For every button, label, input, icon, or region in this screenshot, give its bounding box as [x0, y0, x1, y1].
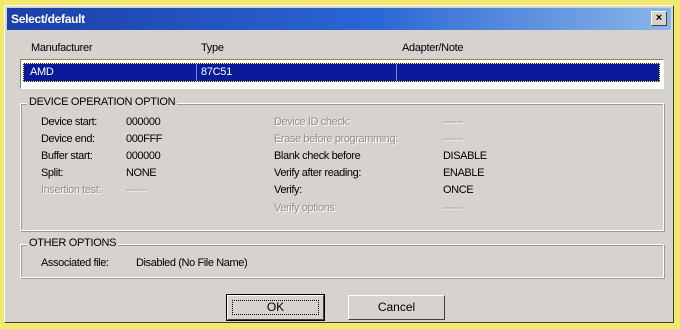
- blank-check-value[interactable]: DISABLE: [443, 150, 487, 162]
- column-header-manufacturer[interactable]: Manufacturer: [31, 42, 93, 54]
- associated-file-value[interactable]: Disabled (No File Name): [136, 257, 248, 269]
- column-separator: [396, 64, 397, 81]
- device-operation-group: DEVICE OPERATION OPTION Device start: 00…: [20, 96, 664, 231]
- split-label: Split:: [41, 167, 64, 179]
- column-header-adapter-note[interactable]: Adapter/Note: [402, 42, 464, 54]
- close-icon: ×: [655, 12, 663, 24]
- row-manufacturer: AMD: [30, 66, 54, 78]
- verify-after-reading-label: Verify after reading:: [274, 167, 361, 179]
- device-id-check-label: Device ID check:: [274, 116, 351, 128]
- device-list[interactable]: AMD 87C51: [20, 59, 664, 89]
- select-default-dialog: Select/default × Manufacturer Type Adapt…: [4, 5, 674, 323]
- focus-rect: [232, 300, 319, 315]
- verify-after-reading-value[interactable]: ENABLE: [443, 167, 484, 179]
- column-header-type[interactable]: Type: [201, 42, 224, 54]
- close-button[interactable]: ×: [651, 11, 667, 26]
- verify-label: Verify:: [274, 184, 302, 196]
- cancel-button[interactable]: Cancel: [348, 295, 445, 320]
- other-options-legend: OTHER OPTIONS: [27, 237, 119, 249]
- verify-options-label: Verify options:: [274, 202, 338, 214]
- other-options-group: OTHER OPTIONS Associated file: Disabled …: [20, 237, 664, 278]
- title-bar[interactable]: Select/default ×: [7, 8, 671, 30]
- device-list-row-selected[interactable]: AMD 87C51: [23, 63, 660, 82]
- device-start-value[interactable]: 000000: [126, 116, 161, 128]
- device-end-label: Device end:: [41, 133, 95, 145]
- device-end-value[interactable]: 000FFF: [126, 133, 163, 145]
- verify-value[interactable]: ONCE: [443, 184, 474, 196]
- ok-button[interactable]: OK: [226, 294, 325, 321]
- device-start-label: Device start:: [41, 116, 97, 128]
- column-separator: [196, 64, 197, 81]
- erase-before-programming-label: Erase before programming:: [274, 133, 398, 145]
- insertion-test-value: ------: [126, 184, 146, 196]
- verify-options-value: ------: [443, 202, 463, 214]
- erase-before-programming-value: ------: [443, 133, 463, 145]
- split-value[interactable]: NONE: [126, 167, 157, 179]
- insertion-test-label: Insertion test:: [41, 184, 102, 196]
- buffer-start-value[interactable]: 000000: [126, 150, 161, 162]
- associated-file-label: Associated file:: [41, 257, 109, 269]
- window-title: Select/default: [11, 12, 85, 26]
- device-id-check-value: ------: [443, 116, 463, 128]
- blank-check-label: Blank check before: [274, 150, 361, 162]
- cancel-button-label: Cancel: [377, 300, 416, 314]
- buffer-start-label: Buffer start:: [41, 150, 93, 162]
- row-type: 87C51: [201, 66, 232, 78]
- device-operation-legend: DEVICE OPERATION OPTION: [27, 96, 178, 108]
